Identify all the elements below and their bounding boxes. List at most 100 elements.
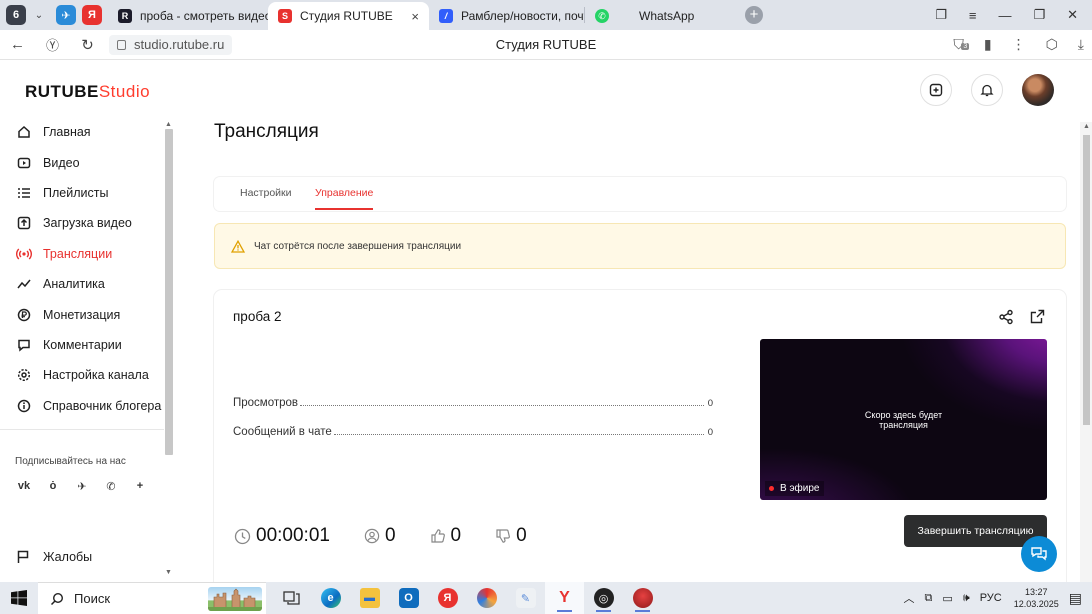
task-view-icon[interactable] — [272, 582, 311, 614]
sidebar-item-video[interactable]: Видео — [0, 147, 164, 177]
outlook-icon[interactable]: O — [389, 582, 428, 614]
url-field[interactable]: studio.rutube.ru — [109, 34, 233, 55]
tab-whatsapp[interactable]: ✆ WhatsApp — [585, 2, 735, 30]
viber-icon[interactable]: ✆ — [102, 477, 120, 495]
scroll-up-icon[interactable]: ▲ — [165, 121, 172, 128]
collections-icon[interactable]: ❐ — [935, 7, 947, 23]
taskbar-clock[interactable]: 13:27 12.03.2025 — [1014, 586, 1059, 610]
protect-shield-icon[interactable]: ⛉ 3 — [953, 36, 970, 53]
page-scrollbar[interactable]: ▲ ▼ — [1080, 122, 1092, 614]
file-explorer-icon[interactable]: ▬ — [350, 582, 389, 614]
tab-rambler[interactable]: / Рамблер/новости, почта и — [429, 2, 584, 30]
page-scroll-thumb[interactable] — [1083, 135, 1090, 425]
sidebar-item-complaints[interactable]: Жалобы — [16, 550, 92, 564]
support-chat-button[interactable] — [1021, 536, 1057, 572]
stream-preview[interactable]: Скоро здесь будет трансляция В эфире — [760, 339, 1047, 500]
recorder-app-icon[interactable] — [623, 582, 662, 614]
language-indicator[interactable]: РУС — [980, 592, 1002, 604]
open-external-icon[interactable] — [1030, 309, 1045, 324]
tab-title: Рамблер/новости, почта и — [461, 9, 584, 23]
rutube-studio-logo[interactable]: RUTUBEStudio — [25, 82, 150, 102]
address-bar: ← Ⓨ ↻ studio.rutube.ru Студия RUTUBE ⛉ 3 … — [0, 30, 1092, 60]
extensions-icon[interactable]: ⬡ — [1046, 36, 1058, 53]
downloads-icon[interactable]: ⤓ — [1078, 36, 1084, 53]
windows-taskbar: Поиск e ▬ O Я ✎ Y ◎ ︿ ⧉ ▭ 🕪 РУС 13:27 12… — [0, 582, 1092, 614]
paint-icon[interactable]: ✎ — [506, 582, 545, 614]
yandex-home-icon[interactable]: Ⓨ — [35, 35, 70, 54]
sidebar-item-broadcasts[interactable]: Трансляции — [0, 239, 164, 269]
tray-chevron-icon[interactable]: ︿ — [903, 590, 914, 606]
sidebar-item-label: Аналитика — [43, 277, 105, 292]
yandex-browser-icon[interactable]: Я — [428, 582, 467, 614]
more-icon[interactable]: ⋮ — [1012, 36, 1026, 53]
sidebar-item-home[interactable]: Главная — [0, 117, 164, 147]
yandex-pinned-icon[interactable]: Я — [82, 5, 102, 25]
stream-title: проба 2 — [233, 309, 282, 324]
logo-main-text: RUTUBE — [25, 82, 99, 101]
start-button[interactable] — [0, 590, 38, 606]
page-scroll-up-icon[interactable]: ▲ — [1083, 123, 1090, 130]
sidebar-divider — [0, 429, 164, 430]
broadcast-tabs: Настройки Управление — [214, 177, 1066, 211]
views-value: 0 — [707, 398, 713, 409]
sidebar-item-upload[interactable]: Загрузка видео — [0, 208, 164, 238]
tray-app-icon[interactable]: ⧉ — [924, 592, 932, 605]
menu-icon[interactable]: ≡ — [969, 8, 977, 23]
viewers-value: 0 — [384, 525, 396, 546]
network-icon[interactable]: ▭ — [942, 592, 952, 605]
tab-list-chevron-icon[interactable]: ⌄ — [30, 10, 48, 21]
new-tab-button[interactable]: + — [745, 6, 763, 24]
chat-bubbles-icon — [1031, 547, 1047, 561]
sidebar-item-label: Справочник блогера — [43, 398, 162, 413]
sidebar-item-monetization[interactable]: Монетизация — [0, 299, 164, 329]
minimize-icon[interactable]: — — [998, 8, 1011, 23]
views-stat: Просмотров 0 — [233, 397, 713, 409]
subscribe-label: Подписывайтесь на нас — [15, 456, 126, 467]
obs-studio-icon[interactable]: ◎ — [584, 582, 623, 614]
telegram-icon[interactable]: ✈ — [73, 477, 91, 495]
analytics-icon — [16, 276, 32, 292]
vk-icon[interactable]: vk — [15, 477, 33, 495]
sidebar-item-channel-settings[interactable]: Настройка канала — [0, 360, 164, 390]
sidebar-scroll-thumb[interactable] — [165, 129, 173, 455]
close-tab-icon[interactable]: × — [411, 9, 419, 24]
tab-title: WhatsApp — [639, 9, 695, 23]
odnoklassniki-icon[interactable]: ȯ — [44, 477, 62, 495]
scroll-down-icon[interactable]: ▼ — [165, 569, 172, 576]
sidebar-item-label: Плейлисты — [43, 185, 109, 200]
dislikes-value: 0 — [516, 525, 527, 546]
viewer-icon — [364, 528, 380, 544]
tab-counter-badge[interactable]: 6 — [6, 5, 26, 25]
sidebar-item-blogger-guide[interactable]: Справочник блогера — [0, 391, 164, 421]
taskbar-search[interactable]: Поиск — [38, 582, 266, 614]
rutube-studio-favicon-icon: S — [278, 9, 292, 23]
tab-title: Студия RUTUBE — [300, 9, 393, 23]
app-colorful-icon[interactable] — [467, 582, 506, 614]
sidebar-item-comments[interactable]: Комментарии — [0, 330, 164, 360]
tab-rutube-video[interactable]: R проба - смотреть видео о — [108, 2, 268, 30]
url-text: studio.rutube.ru — [134, 37, 225, 52]
reload-icon[interactable]: ↻ — [70, 36, 105, 54]
telegram-pinned-icon[interactable]: ✈ — [56, 5, 76, 25]
main-content: Трансляция Настройки Управление Чат сотр… — [214, 61, 1066, 590]
edge-icon[interactable]: e — [311, 582, 350, 614]
tab-management[interactable]: Управление — [315, 187, 373, 199]
restore-icon[interactable]: ❐ — [1033, 7, 1045, 23]
system-tray: ︿ ⧉ ▭ 🕪 РУС 13:27 12.03.2025 ▤ — [903, 582, 1092, 614]
sidebar-item-analytics[interactable]: Аналитика — [0, 269, 164, 299]
tab-rutube-studio[interactable]: S Студия RUTUBE × — [268, 2, 429, 30]
back-icon[interactable]: ← — [0, 36, 35, 53]
window-controls: ❐ ≡ — ❐ ✕ — [935, 0, 1092, 30]
more-socials-icon[interactable]: + — [131, 477, 149, 495]
share-icon[interactable] — [998, 309, 1014, 325]
volume-icon[interactable]: 🕪 — [963, 592, 970, 605]
yandex-app-icon[interactable]: Y — [545, 582, 584, 614]
sidebar-scrollbar[interactable]: ▲ ▼ — [164, 121, 174, 576]
notifications-center-icon[interactable]: ▤ — [1069, 590, 1082, 607]
clock-time: 13:27 — [1024, 587, 1048, 597]
bookmark-icon[interactable]: ▮ — [984, 36, 992, 53]
sidebar-item-playlists[interactable]: Плейлисты — [0, 178, 164, 208]
close-window-icon[interactable]: ✕ — [1067, 7, 1078, 23]
tab-settings[interactable]: Настройки — [240, 187, 292, 199]
sidebar: RUTUBEStudio Главная Видео Плейлисты Заг… — [0, 61, 176, 581]
